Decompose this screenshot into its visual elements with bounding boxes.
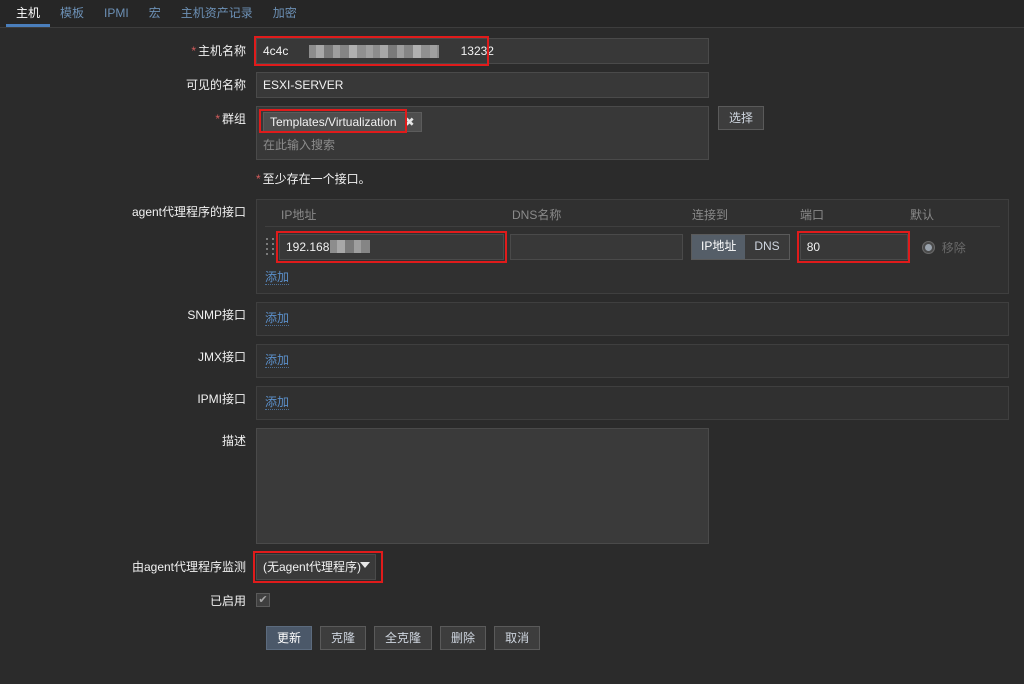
header-port: 端口 (800, 208, 825, 222)
visible-name-label: 可见的名称 (185, 78, 246, 92)
connect-to-dns-button[interactable]: DNS (745, 235, 789, 259)
field-row-ipmi-interface: IPMI接口 添加 (0, 386, 1024, 420)
clone-button[interactable]: 克隆 (320, 626, 367, 650)
full-clone-button[interactable]: 全克隆 (374, 626, 433, 650)
interface-port-input[interactable]: 80 (799, 234, 908, 260)
close-icon[interactable]: ✖ (405, 113, 415, 131)
interface-ip-value: 192.168 (286, 240, 330, 254)
field-row-enabled: 已启用 ✔ (0, 588, 1024, 608)
jmx-interface-label: JMX接口 (197, 350, 246, 364)
agent-interface-box: IP地址 DNS名称 连接到 端口 默认 192.168 IP地址 DNS 80… (256, 199, 1009, 294)
interface-required-note: * 至少存在一个接口。 (256, 172, 371, 186)
interface-ip-input[interactable]: 192.168 (279, 234, 504, 260)
description-textarea[interactable] (256, 428, 709, 544)
monitored-by-label: 由agent代理程序监测 (131, 560, 246, 574)
ipmi-interface-box: 添加 (256, 386, 1009, 420)
field-row-agent-interface: agent代理程序的接口 IP地址 DNS名称 连接到 端口 默认 192.16… (0, 199, 1024, 294)
field-row-snmp-interface: SNMP接口 添加 (0, 302, 1024, 336)
interface-note-row: * 至少存在一个接口。 (0, 168, 1024, 187)
tab-encryption[interactable]: 加密 (263, 2, 307, 27)
header-ip: IP地址 (281, 208, 317, 222)
add-snmp-interface-link[interactable]: 添加 (265, 311, 290, 326)
required-marker: * (256, 172, 261, 186)
field-row-hostname: * 主机名称 4c4c 13232 (0, 36, 1024, 66)
connect-to-toggle: IP地址 DNS (691, 234, 790, 260)
add-jmx-interface-link[interactable]: 添加 (265, 353, 290, 368)
redacted-ip-suffix (330, 240, 371, 253)
enabled-label: 已启用 (209, 594, 246, 608)
add-agent-interface-link[interactable]: 添加 (265, 270, 290, 285)
group-chip[interactable]: Templates/Virtualization ✖ (263, 112, 422, 132)
update-button[interactable]: 更新 (266, 626, 313, 650)
tab-templates[interactable]: 模板 (50, 2, 94, 27)
snmp-interface-box: 添加 (256, 302, 1009, 336)
interface-dns-input[interactable] (510, 234, 683, 260)
default-interface-group: 移除 (921, 239, 966, 256)
tab-host-inventory[interactable]: 主机资产记录 (171, 2, 263, 27)
jmx-interface-box: 添加 (256, 344, 1009, 378)
field-row-jmx-interface: JMX接口 添加 (0, 344, 1024, 378)
monitored-by-select[interactable]: (无agent代理程序) (256, 554, 376, 580)
field-row-groups: * 群组 Templates/Virtualization ✖ 在此输入搜索 选择 (0, 106, 1024, 160)
hostname-value-suffix: 13232 (460, 44, 494, 58)
required-marker: * (191, 44, 196, 58)
add-ipmi-interface-link[interactable]: 添加 (265, 395, 290, 410)
header-default: 默认 (910, 208, 935, 222)
hostname-value-prefix: 4c4c (263, 44, 289, 58)
tab-bar: 主机 模板 IPMI 宏 主机资产记录 加密 (0, 0, 1024, 28)
select-group-button[interactable]: 选择 (718, 106, 765, 130)
group-chip-label: Templates/Virtualization (270, 115, 397, 129)
monitored-by-select-wrap: (无agent代理程序) (253, 551, 383, 583)
required-marker: * (215, 112, 220, 126)
visible-name-input[interactable]: ESXI-SERVER (256, 72, 709, 98)
host-form: *主机名称 4c4c 13232 可见的名称 ESXI-SERVER *群组 (0, 28, 1024, 650)
redacted-hostname-middle (309, 44, 440, 58)
agent-interface-label: agent代理程序的接口 (131, 205, 246, 219)
agent-interface-add-wrap: 添加 (265, 260, 1000, 285)
hostname-input[interactable]: 4c4c 13232 (256, 38, 709, 64)
remove-interface-link: 移除 (941, 240, 966, 255)
drag-handle-icon[interactable] (265, 236, 275, 258)
hostname-label: * 主机名称 (191, 44, 246, 58)
cancel-button[interactable]: 取消 (494, 626, 541, 650)
header-dns: DNS名称 (512, 208, 562, 222)
tab-host[interactable]: 主机 (6, 2, 51, 27)
field-row-description: 描述 (0, 428, 1024, 544)
enabled-checkbox[interactable]: ✔ (256, 593, 270, 607)
description-label: 描述 (221, 434, 246, 448)
default-interface-radio[interactable] (921, 240, 935, 254)
header-connect-to: 连接到 (692, 208, 729, 222)
delete-button[interactable]: 删除 (440, 626, 487, 650)
interface-row: 192.168 IP地址 DNS 80 移除 (265, 227, 1000, 263)
field-row-visible-name: 可见的名称 ESXI-SERVER (0, 72, 1024, 98)
groups-multiselect[interactable]: Templates/Virtualization ✖ 在此输入搜索 (256, 106, 709, 160)
snmp-interface-label: SNMP接口 (187, 308, 246, 322)
tab-ipmi[interactable]: IPMI (94, 2, 139, 27)
agent-interface-header: IP地址 DNS名称 连接到 端口 默认 (265, 206, 1000, 227)
groups-label: * 群组 (215, 112, 246, 126)
form-action-buttons: 更新 克隆 全克隆 删除 取消 (0, 618, 1024, 650)
field-row-monitored-by: 由agent代理程序监测 (无agent代理程序) (0, 551, 1024, 583)
chevron-down-icon (360, 562, 370, 571)
note-spacer (0, 168, 256, 174)
tab-macros[interactable]: 宏 (139, 2, 171, 27)
groups-search-placeholder[interactable]: 在此输入搜索 (263, 136, 702, 153)
ipmi-interface-label: IPMI接口 (197, 392, 246, 406)
connect-to-ip-button[interactable]: IP地址 (692, 235, 746, 259)
